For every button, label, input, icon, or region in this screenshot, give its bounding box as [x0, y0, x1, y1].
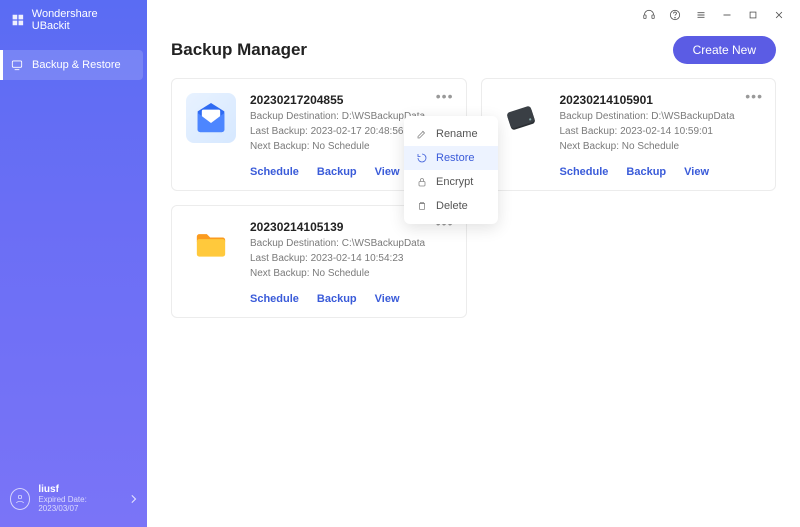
schedule-link[interactable]: Schedule: [250, 293, 299, 305]
sidebar-item-label: Backup & Restore: [32, 59, 121, 71]
create-new-button[interactable]: Create New: [673, 36, 776, 64]
rename-icon: [416, 128, 428, 140]
menu-encrypt[interactable]: Encrypt: [404, 170, 498, 194]
backup-type-icon: [186, 93, 236, 143]
maximize-button[interactable]: [740, 2, 766, 28]
backup-type-icon: [186, 220, 236, 270]
card-more-button[interactable]: •••: [745, 89, 763, 103]
view-link[interactable]: View: [375, 293, 400, 305]
schedule-link[interactable]: Schedule: [250, 166, 299, 178]
backup-link[interactable]: Backup: [626, 166, 666, 178]
encrypt-icon: [416, 176, 428, 188]
card-context-menu: Rename Restore Encrypt Delete: [404, 116, 498, 224]
sidebar-item-backup-restore[interactable]: Backup & Restore: [0, 50, 143, 80]
backup-link[interactable]: Backup: [317, 293, 357, 305]
restore-icon: [416, 152, 428, 164]
minimize-button[interactable]: [714, 2, 740, 28]
backup-destination: Backup Destination: C:\WSBackupData: [250, 236, 452, 251]
schedule-link[interactable]: Schedule: [560, 166, 609, 178]
backup-last: Last Backup: 2023-02-14 10:54:23: [250, 251, 452, 266]
backup-title: 20230214105901: [560, 93, 762, 107]
backup-next: Next Backup: No Schedule: [560, 139, 762, 154]
app-logo-icon: [10, 12, 26, 28]
user-icon: [14, 493, 26, 505]
disk-icon: [501, 98, 541, 138]
delete-icon: [416, 200, 428, 212]
menu-icon[interactable]: [688, 2, 714, 28]
backup-next: Next Backup: No Schedule: [250, 266, 452, 281]
help-icon[interactable]: [662, 2, 688, 28]
avatar: [10, 488, 30, 510]
backup-restore-icon: [10, 58, 24, 72]
backup-title: 20230217204855: [250, 93, 452, 107]
card-more-button[interactable]: •••: [436, 89, 454, 103]
user-expired: Expired Date: 2023/03/07: [38, 495, 121, 513]
menu-label: Encrypt: [436, 176, 473, 188]
backup-last: Last Backup: 2023-02-14 10:59:01: [560, 124, 762, 139]
menu-label: Rename: [436, 128, 478, 140]
backup-link[interactable]: Backup: [317, 166, 357, 178]
menu-delete[interactable]: Delete: [404, 194, 498, 218]
support-icon[interactable]: [636, 2, 662, 28]
folder-icon: [191, 225, 231, 265]
view-link[interactable]: View: [375, 166, 400, 178]
menu-label: Delete: [436, 200, 468, 212]
chevron-right-icon: [130, 494, 137, 504]
page-title: Backup Manager: [171, 40, 307, 60]
menu-rename[interactable]: Rename: [404, 122, 498, 146]
sidebar: Wondershare UBackit Backup & Restore liu…: [0, 0, 147, 527]
view-link[interactable]: View: [684, 166, 709, 178]
user-name: liusf: [38, 484, 121, 495]
main: Backup Manager Create New 20230217204855…: [147, 0, 800, 527]
menu-label: Restore: [436, 152, 475, 164]
mail-icon: [191, 98, 231, 138]
page-header: Backup Manager Create New: [147, 30, 800, 78]
brand: Wondershare UBackit: [0, 0, 147, 50]
user-bar[interactable]: liusf Expired Date: 2023/03/07: [0, 474, 147, 527]
close-button[interactable]: [766, 2, 792, 28]
backup-card: 20230214105901 Backup Destination: D:\WS…: [481, 78, 777, 191]
backup-type-icon: [496, 93, 546, 143]
app-title: Wondershare UBackit: [32, 8, 137, 32]
backup-destination: Backup Destination: D:\WSBackupData: [560, 109, 762, 124]
menu-restore[interactable]: Restore: [404, 146, 498, 170]
title-bar: [147, 0, 800, 30]
